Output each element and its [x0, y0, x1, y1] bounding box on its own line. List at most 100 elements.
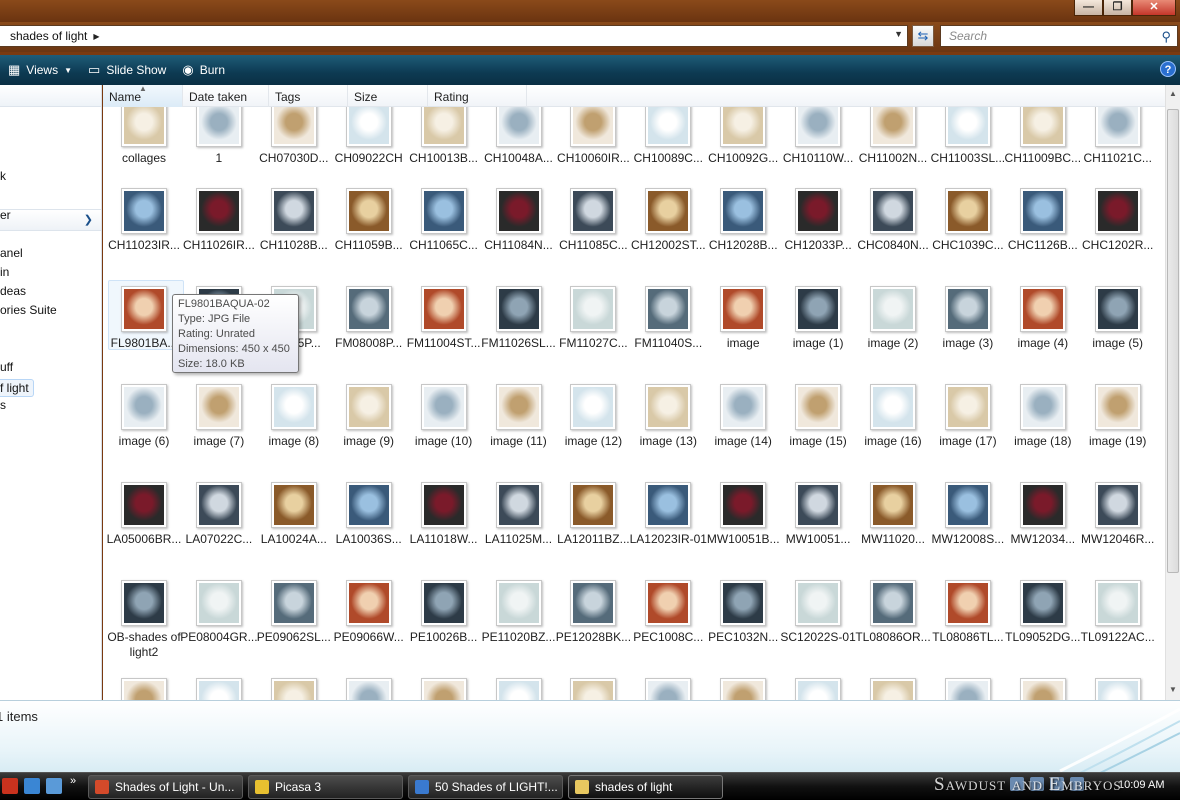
- nav-folder-item[interactable]: deas: [0, 284, 26, 298]
- file-item[interactable]: [106, 672, 181, 700]
- file-item[interactable]: image (3): [930, 280, 1005, 378]
- file-item[interactable]: image (6): [106, 378, 181, 476]
- thumbnail-image[interactable]: [345, 286, 392, 332]
- file-item[interactable]: CH11023IR...: [106, 182, 181, 280]
- show-desktop-icon[interactable]: [46, 778, 62, 794]
- thumbnail-image[interactable]: [420, 482, 467, 528]
- file-item[interactable]: CH10089C...: [630, 107, 705, 193]
- thumbnail-image[interactable]: [121, 286, 167, 332]
- file-item[interactable]: [406, 672, 481, 700]
- thumbnail-image[interactable]: [720, 678, 767, 700]
- file-item[interactable]: PE09066W...: [331, 574, 406, 672]
- file-item[interactable]: [780, 672, 855, 700]
- thumbnail-image[interactable]: [944, 678, 991, 700]
- thumbnail-image[interactable]: [720, 286, 767, 332]
- column-header-name[interactable]: ▲ Name: [103, 85, 183, 107]
- thumbnail-image[interactable]: [570, 107, 617, 147]
- file-item[interactable]: MW11020...: [855, 476, 930, 574]
- thumbnail-image[interactable]: [944, 286, 991, 332]
- thumbnail-image[interactable]: [121, 107, 167, 147]
- file-item[interactable]: CH10060IR...: [555, 107, 630, 193]
- thumbnail-image[interactable]: [1094, 384, 1141, 430]
- thumbnail-image[interactable]: [720, 384, 767, 430]
- thumbnail-image[interactable]: [570, 678, 617, 700]
- file-item[interactable]: PE12028BK...: [555, 574, 631, 672]
- thumbnail-image[interactable]: [495, 286, 542, 332]
- thumbnail-image[interactable]: [795, 580, 842, 626]
- file-item[interactable]: CH11059B...: [331, 182, 406, 280]
- thumbnail-image[interactable]: [645, 678, 692, 700]
- file-item[interactable]: LA11025M...: [481, 476, 556, 574]
- file-item[interactable]: image (7): [181, 378, 256, 476]
- address-dropdown-icon[interactable]: ▼: [894, 29, 903, 39]
- file-item[interactable]: [555, 672, 630, 700]
- file-item[interactable]: image (13): [630, 378, 705, 476]
- thumbnail-image[interactable]: [121, 188, 167, 234]
- file-item[interactable]: [1005, 672, 1080, 700]
- thumbnail-image[interactable]: [121, 384, 167, 430]
- thumbnail-image[interactable]: [1094, 188, 1141, 234]
- file-item[interactable]: LA10024A...: [256, 476, 331, 574]
- file-item[interactable]: [705, 672, 780, 700]
- file-item[interactable]: LA10036S...: [331, 476, 406, 574]
- thumbnail-image[interactable]: [1019, 107, 1066, 147]
- file-item[interactable]: PE09062SL...: [256, 574, 331, 672]
- quick-launch-more-icon[interactable]: »: [70, 775, 76, 787]
- thumbnail-image[interactable]: [944, 384, 991, 430]
- thumbnail-image[interactable]: [1094, 580, 1141, 626]
- file-item[interactable]: image (11): [481, 378, 556, 476]
- file-item[interactable]: [855, 672, 930, 700]
- nav-folder-item[interactable]: s: [0, 398, 6, 412]
- thumbnail-image[interactable]: [795, 188, 842, 234]
- file-item[interactable]: SC12022S-01: [780, 574, 856, 672]
- slideshow-button[interactable]: ▭ Slide Show: [88, 62, 166, 78]
- file-item[interactable]: CHC1039C...: [930, 182, 1005, 280]
- file-item[interactable]: LA11018W...: [406, 476, 481, 574]
- thumbnail-image[interactable]: [195, 482, 242, 528]
- thumbnail-image[interactable]: [795, 678, 842, 700]
- file-item[interactable]: LA07022C...: [181, 476, 256, 574]
- thumbnail-image[interactable]: [870, 188, 916, 234]
- thumbnail-image[interactable]: [345, 580, 392, 626]
- thumbnail-image[interactable]: [570, 384, 617, 430]
- file-item[interactable]: PEC1008C...: [630, 574, 705, 672]
- thumbnail-image[interactable]: [1019, 580, 1066, 626]
- thumbnail-image[interactable]: [944, 482, 991, 528]
- thumbnail-image[interactable]: [570, 580, 617, 626]
- thumbnail-image[interactable]: [645, 384, 692, 430]
- minimize-button[interactable]: —: [1074, 0, 1103, 16]
- file-item[interactable]: [630, 672, 705, 700]
- thumbnail-image[interactable]: [570, 286, 617, 332]
- file-item[interactable]: MW12008S...: [930, 476, 1005, 574]
- thumbnail-image[interactable]: [420, 678, 467, 700]
- scroll-up-icon[interactable]: ▲: [1169, 89, 1177, 98]
- file-item[interactable]: CH11003SL...: [930, 107, 1005, 193]
- thumbnail-image[interactable]: [570, 482, 617, 528]
- file-item[interactable]: image (5): [1080, 280, 1155, 378]
- file-item[interactable]: image (19): [1080, 378, 1155, 476]
- thumbnail-image[interactable]: [495, 188, 542, 234]
- thumbnail-image[interactable]: [870, 286, 916, 332]
- help-button[interactable]: ?: [1160, 61, 1176, 77]
- column-header-rating[interactable]: Rating: [428, 85, 527, 107]
- vertical-scrollbar[interactable]: ▲ ▼: [1165, 85, 1180, 700]
- thumbnail-image[interactable]: [720, 580, 767, 626]
- file-item[interactable]: CH11002N...: [855, 107, 930, 193]
- file-item[interactable]: CH12033P...: [780, 182, 855, 280]
- nav-folder-item[interactable]: ories Suite: [0, 303, 57, 317]
- file-item[interactable]: image (10): [406, 378, 481, 476]
- file-item[interactable]: FL9801BA...: [106, 280, 184, 378]
- file-item[interactable]: CH11028B...: [256, 182, 331, 280]
- file-item[interactable]: CH10110W...: [780, 107, 855, 193]
- thumbnail-image[interactable]: [1019, 678, 1066, 700]
- file-item[interactable]: [256, 672, 331, 700]
- file-item[interactable]: image (4): [1005, 280, 1080, 378]
- file-item[interactable]: FM11004ST...: [406, 280, 481, 378]
- file-item[interactable]: PEC1032N...: [705, 574, 780, 672]
- thumbnail-image[interactable]: [420, 107, 467, 147]
- thumbnail-image[interactable]: [1019, 384, 1066, 430]
- thumbnail-image[interactable]: [495, 107, 542, 147]
- file-item[interactable]: TL08086OR...: [855, 574, 931, 672]
- nav-folder-item[interactable]: anel: [0, 246, 23, 260]
- quick-launch-app-icon[interactable]: [2, 778, 18, 794]
